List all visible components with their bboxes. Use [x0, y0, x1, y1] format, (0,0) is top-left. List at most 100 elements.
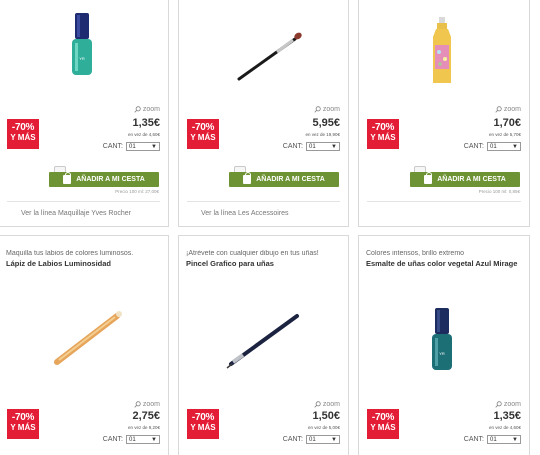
add-to-cart-button[interactable]: AÑADIR A MI CESTA [49, 172, 159, 187]
product-card: zoom -70% Y MÁS 5,95€ en vez de 19,90€ C… [178, 0, 349, 227]
product-name[interactable]: Esmalte de uñas color vegetal Azul Mirag… [366, 259, 525, 268]
add-to-cart-label: AÑADIR A MI CESTA [437, 176, 506, 183]
dropdown-arrow-icon: ▼ [151, 436, 157, 443]
zoom-link[interactable]: zoom [134, 401, 160, 408]
product-subtitle: Colores intensos, brillo extremo [366, 250, 465, 257]
discount-badge: -70% Y MÁS [187, 119, 219, 149]
lip-pencil-image[interactable] [49, 308, 127, 368]
discount-percent: -70% [11, 122, 35, 133]
quantity-control: CANT: 01 ▼ [464, 142, 521, 151]
magnifier-icon [495, 401, 502, 408]
product-subtitle: Maquilla tus labios de colores luminosos… [6, 250, 134, 257]
makeup-brush-image[interactable] [233, 29, 305, 85]
product-name[interactable]: Lápiz de Labios Luminosidad [6, 259, 164, 268]
magnifier-icon [314, 401, 321, 408]
dropdown-arrow-icon: ▼ [331, 143, 337, 150]
add-to-cart-button[interactable]: AÑADIR A MI CESTA [229, 172, 339, 187]
dropdown-arrow-icon: ▼ [151, 143, 157, 150]
discount-more: Y MÁS [10, 133, 36, 142]
discount-percent: -70% [191, 122, 215, 133]
discount-percent: -70% [11, 412, 35, 423]
quantity-control: CANT: 01 ▼ [464, 435, 521, 444]
discount-more: Y MÁS [190, 133, 216, 142]
dropdown-arrow-icon: ▼ [331, 436, 337, 443]
divider [7, 201, 160, 202]
quantity-value: 01 [490, 143, 497, 150]
discount-badge: -70% Y MÁS [367, 119, 399, 149]
zoom-label: zoom [322, 401, 340, 408]
discount-badge: -70% Y MÁS [367, 409, 399, 439]
cart-bag-icon [63, 172, 72, 184]
zoom-label: zoom [322, 106, 340, 113]
discount-badge: -70% Y MÁS [187, 409, 219, 439]
quantity-label: CANT: [282, 436, 303, 443]
quantity-label: CANT: [282, 143, 303, 150]
quantity-select[interactable]: 01 ▼ [306, 435, 340, 444]
quantity-control: CANT: 01 ▼ [283, 435, 340, 444]
quantity-value: 01 [129, 143, 136, 150]
product-name[interactable]: Pincel Grafico para uñas [186, 259, 344, 268]
quantity-select[interactable]: 01 ▼ [126, 435, 160, 444]
unit-price: Precio 100 ml: 0,85€ [478, 189, 520, 194]
zoom-label: zoom [142, 106, 160, 113]
add-to-cart-label: AÑADIR A MI CESTA [76, 176, 145, 183]
price: 1,35€ [493, 410, 521, 422]
discount-more: Y MÁS [370, 133, 396, 142]
discount-percent: -70% [371, 412, 395, 423]
cart-bag-icon [243, 172, 252, 184]
zoom-link[interactable]: zoom [134, 106, 160, 113]
zoom-label: zoom [142, 401, 160, 408]
price: 1,35€ [132, 117, 160, 129]
magnifier-icon [495, 106, 502, 113]
svg-text:YR: YR [439, 351, 445, 356]
nail-polish-teal-image[interactable]: YR [431, 308, 453, 372]
quantity-label: CANT: [102, 436, 123, 443]
magnifier-icon [134, 401, 141, 408]
discount-percent: -70% [191, 412, 215, 423]
cart-bag-icon [424, 172, 433, 184]
price: 1,50€ [312, 410, 340, 422]
discount-more: Y MÁS [370, 423, 396, 432]
quantity-select[interactable]: 01 ▼ [306, 142, 340, 151]
quantity-label: CANT: [463, 436, 484, 443]
product-card: zoom -70% Y MÁS 1,70€ en vez de 5,70€ CA… [358, 0, 530, 227]
dropdown-arrow-icon: ▼ [512, 143, 518, 150]
old-price: en vez de 5,00€ [307, 425, 340, 430]
quantity-select[interactable]: 01 ▼ [487, 435, 521, 444]
svg-text:YR: YR [79, 56, 85, 61]
magnifier-icon [314, 106, 321, 113]
zoom-link[interactable]: zoom [314, 106, 340, 113]
zoom-label: zoom [503, 106, 521, 113]
nail-art-brush-image[interactable] [223, 306, 307, 372]
nail-polish-green-image[interactable]: YR [71, 13, 93, 77]
add-to-cart-label: AÑADIR A MI CESTA [256, 176, 325, 183]
old-price: en vez de 4,60€ [127, 132, 160, 137]
discount-more: Y MÁS [190, 423, 216, 432]
quantity-control: CANT: 01 ▼ [103, 435, 160, 444]
unit-price: Precio 100 ml: 27,00€ [115, 189, 159, 194]
quantity-value: 01 [309, 143, 316, 150]
zoom-label: zoom [503, 401, 521, 408]
quantity-value: 01 [490, 436, 497, 443]
zoom-link[interactable]: zoom [495, 106, 521, 113]
price: 1,70€ [493, 117, 521, 129]
zoom-link[interactable]: zoom [314, 401, 340, 408]
product-line-link[interactable]: Ver la línea Maquillaje Yves Rocher [21, 210, 131, 217]
price: 2,75€ [132, 410, 160, 422]
zoom-link[interactable]: zoom [495, 401, 521, 408]
quantity-label: CANT: [463, 143, 484, 150]
product-subtitle: ¡Atrévete con cualquier dibujo en tus uñ… [186, 250, 319, 257]
discount-badge: -70% Y MÁS [7, 119, 39, 149]
add-to-cart-button[interactable]: AÑADIR A MI CESTA [410, 172, 520, 187]
shower-gel-bottle-image[interactable] [431, 17, 453, 85]
quantity-select[interactable]: 01 ▼ [126, 142, 160, 151]
product-card: ¡Atrévete con cualquier dibujo en tus uñ… [178, 235, 349, 455]
product-line-link[interactable]: Ver la línea Les Accessoires [201, 210, 289, 217]
magnifier-icon [134, 106, 141, 113]
quantity-select[interactable]: 01 ▼ [487, 142, 521, 151]
divider [367, 201, 521, 202]
old-price: en vez de 4,60€ [488, 425, 521, 430]
old-price: en vez de 9,20€ [127, 425, 160, 430]
discount-more: Y MÁS [10, 423, 36, 432]
product-card: Maquilla tus labios de colores luminosos… [0, 235, 169, 455]
